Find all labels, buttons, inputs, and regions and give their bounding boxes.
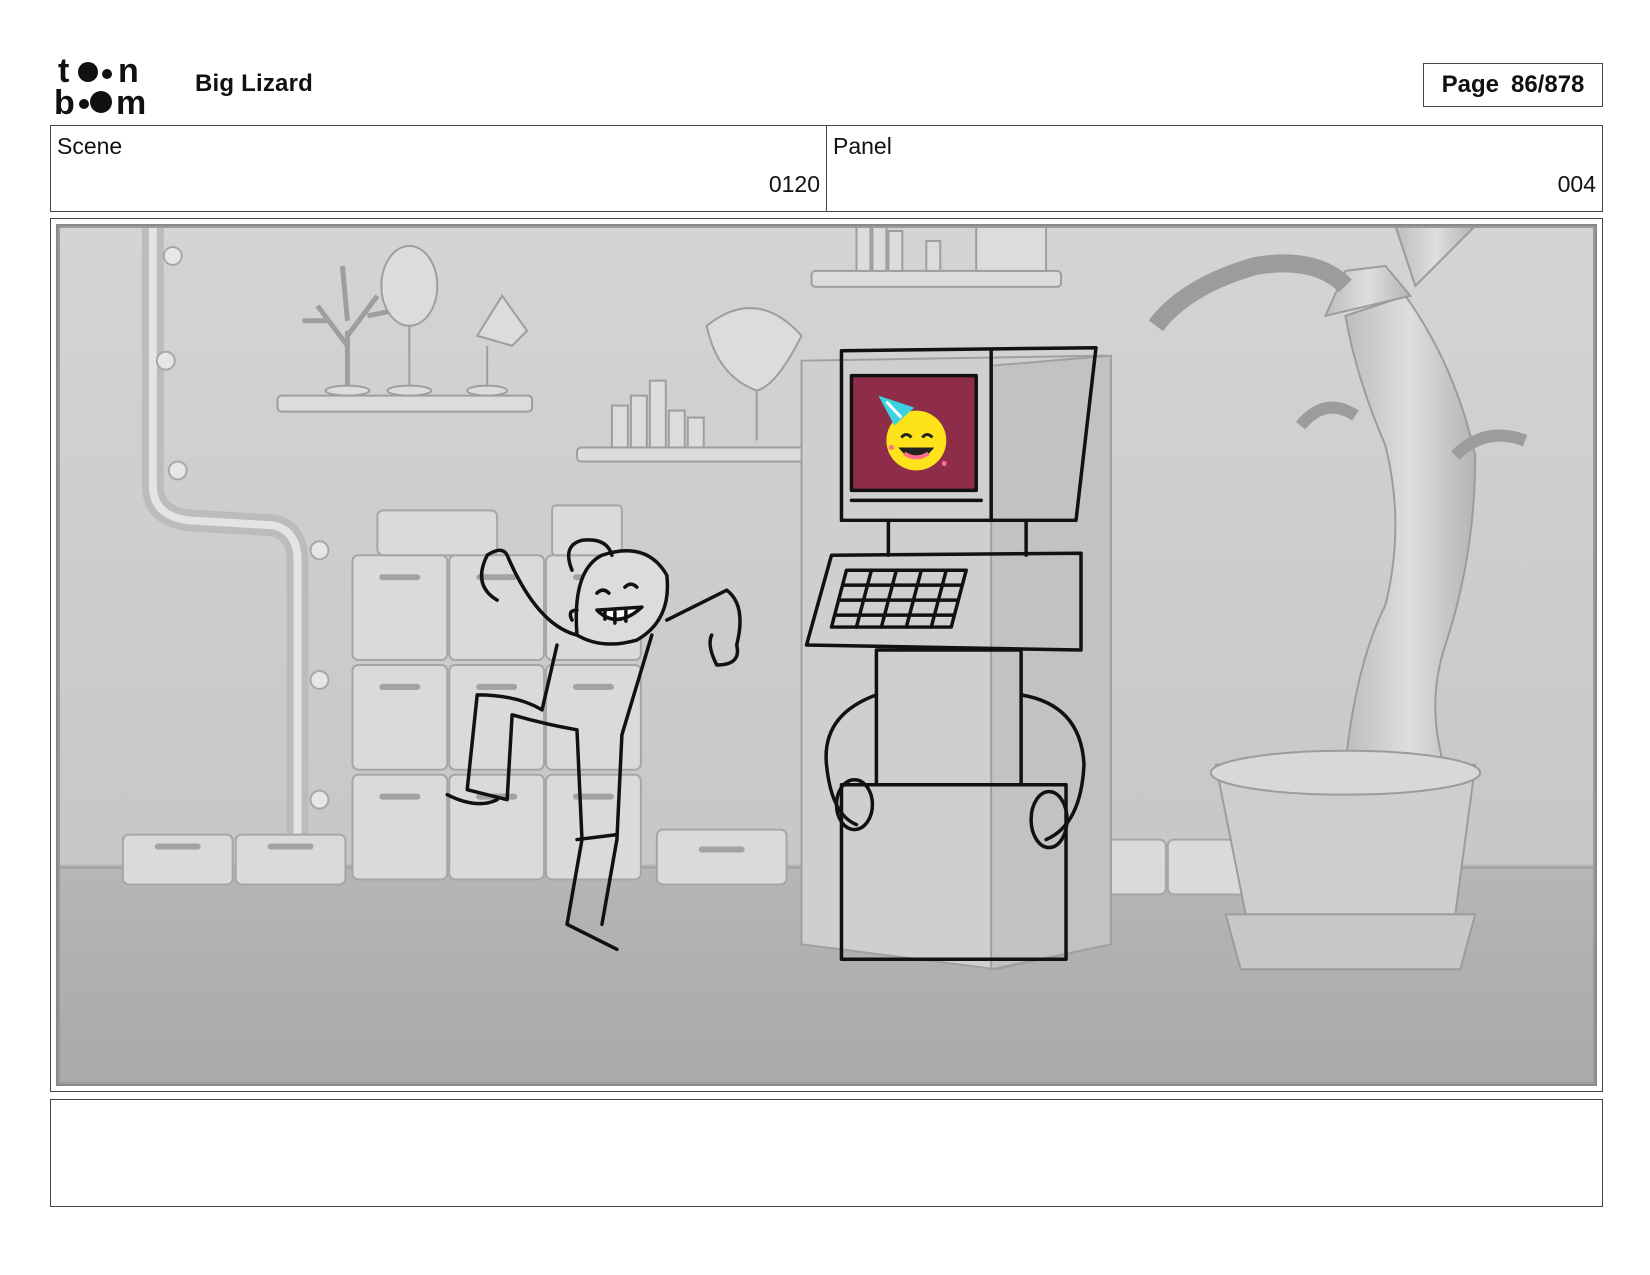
page-label: Page [1441,71,1499,98]
storyboard-panel [50,218,1603,1092]
scene-value: 0120 [768,171,820,197]
panel-label: Panel [833,133,892,159]
panel-cell: Panel 004 [826,126,1602,211]
scene-label: Scene [57,133,123,159]
panel-notes [50,1099,1603,1207]
toon-boom-logo: t n b m [54,52,146,118]
page-number: 86/878 [1510,71,1585,98]
panel-value: 004 [1557,171,1596,197]
page-indicator: Page 86/878 [1423,63,1603,107]
svg-text:m: m [116,84,146,118]
scene-cell: Scene 0120 [51,126,826,211]
panel-artwork [56,224,1597,1086]
scene-panel-info: Scene 0120 Panel 004 [50,125,1603,212]
svg-text:b: b [54,84,75,118]
project-title: Big Lizard [195,70,314,97]
